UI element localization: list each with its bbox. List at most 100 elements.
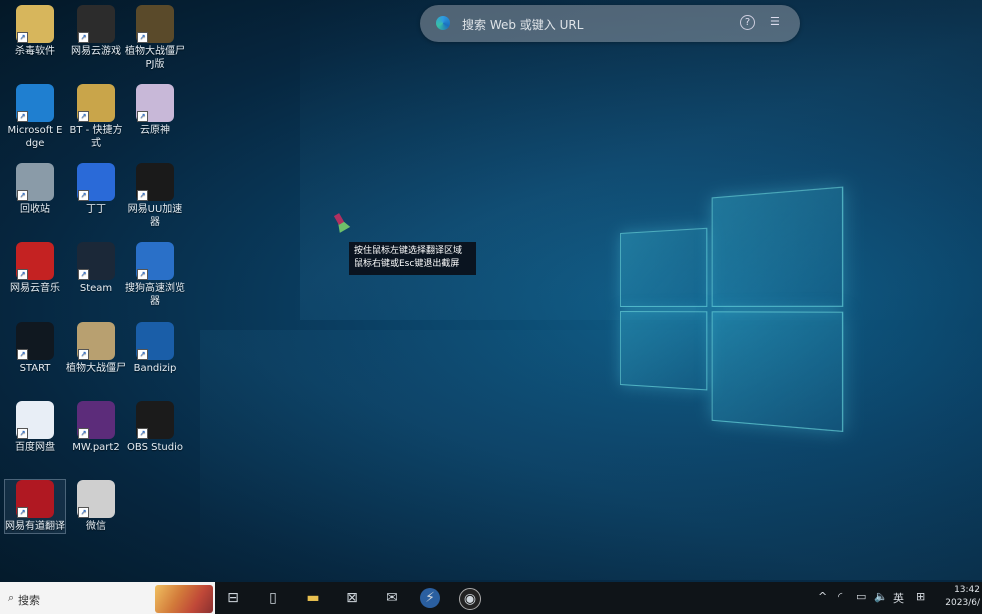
desktop-icon[interactable]: ↗ START bbox=[5, 322, 65, 375]
clock-time: 13:42 bbox=[954, 585, 980, 595]
desktop-icon-label: 百度网盘 bbox=[15, 442, 55, 453]
shortcut-arrow-icon: ↗ bbox=[137, 111, 148, 122]
desktop-icon-label: START bbox=[19, 363, 51, 374]
shortcut-arrow-icon: ↗ bbox=[17, 32, 28, 43]
network-icon[interactable]: ◜ bbox=[838, 590, 842, 603]
desktop-icon[interactable]: ↗ 微信 bbox=[66, 480, 126, 533]
desktop-icon[interactable]: ↗ 搜狗高速浏览器 bbox=[125, 242, 185, 308]
desktop-icon[interactable]: ↗ 网易云音乐 bbox=[5, 242, 65, 295]
desktop-icon-label: 网易有道翻译 bbox=[5, 521, 65, 532]
shortcut-arrow-icon: ↗ bbox=[78, 269, 89, 280]
desktop-icon[interactable]: ↗ BT - 快捷方式 bbox=[66, 84, 126, 150]
desktop-icon-label: 丁丁 bbox=[86, 204, 106, 215]
desktop-icon-label: 网易云音乐 bbox=[10, 283, 60, 294]
desktop-icon[interactable]: ↗ 植物大战僵尸 bbox=[66, 322, 126, 375]
desktop-icon-label: Bandizip bbox=[133, 363, 177, 374]
start-icon: ↗ bbox=[16, 322, 54, 360]
desktop-icon[interactable]: ↗ Steam bbox=[66, 242, 126, 295]
file-icon[interactable]: ▯ bbox=[263, 588, 283, 608]
desktop-icon-label: 杀毒软件 bbox=[15, 46, 55, 57]
menu-icon[interactable]: ☰ bbox=[770, 15, 784, 29]
shortcut-arrow-icon: ↗ bbox=[17, 428, 28, 439]
shortcut-arrow-icon: ↗ bbox=[17, 190, 28, 201]
desktop-icon[interactable]: ↗ 杀毒软件 bbox=[5, 5, 65, 58]
tooltip-line-2: 鼠标右键或Esc键退出截屏 bbox=[354, 259, 460, 269]
file-explorer-icon[interactable]: ▬ bbox=[303, 588, 323, 608]
desktop-icon-label: 网易云游戏 bbox=[71, 46, 121, 57]
taskbar: ⌕ 搜索 ⊟ ▯ ▬ ⊠ ✉ ⚡ ◉ ^ ◜ ▭ 🔈 英 ⊞ 13:42 202… bbox=[0, 582, 982, 614]
steam-icon: ↗ bbox=[77, 242, 115, 280]
shortcut-arrow-icon: ↗ bbox=[17, 269, 28, 280]
desktop-icon[interactable]: ↗ 云原神 bbox=[125, 84, 185, 137]
desktop-icon[interactable]: ↗ 网易云游戏 bbox=[66, 5, 126, 58]
edge-icon bbox=[436, 16, 450, 30]
clock-date: 2023/6/ bbox=[945, 598, 980, 608]
battery-icon[interactable]: ▭ bbox=[856, 590, 866, 603]
windows-logo-wallpaper bbox=[620, 186, 845, 433]
desktop-icon-label: 网易UU加速器 bbox=[127, 204, 183, 228]
netease-music-icon: ↗ bbox=[16, 242, 54, 280]
shortcut-arrow-icon: ↗ bbox=[137, 32, 148, 43]
store-icon[interactable]: ⊠ bbox=[342, 588, 362, 608]
mail-icon[interactable]: ✉ bbox=[382, 588, 402, 608]
desktop-icon[interactable]: ↗ Microsoft Edge bbox=[5, 84, 65, 150]
search-placeholder: 搜索 Web 或键入 URL bbox=[462, 18, 584, 32]
shortcut-arrow-icon: ↗ bbox=[78, 349, 89, 360]
show-hidden-icons-chevron[interactable]: ^ bbox=[818, 590, 827, 603]
pvz-icon: ↗ bbox=[77, 322, 115, 360]
translation-screenshot-tooltip: 按住鼠标左键选择翻译区域 鼠标右键或Esc键退出截屏 bbox=[349, 242, 476, 275]
desktop-icon-label: 微信 bbox=[86, 521, 106, 532]
volume-icon[interactable]: 🔈 bbox=[874, 590, 888, 603]
shortcut-arrow-icon: ↗ bbox=[137, 428, 148, 439]
shortcut-arrow-icon: ↗ bbox=[17, 111, 28, 122]
shortcut-arrow-icon: ↗ bbox=[17, 349, 28, 360]
tooltip-line-1: 按住鼠标左键选择翻译区域 bbox=[354, 246, 463, 256]
task-view-icon[interactable]: ⊟ bbox=[223, 588, 243, 608]
desktop-icon[interactable]: ↗ 丁丁 bbox=[66, 163, 126, 216]
bandizip-icon: ↗ bbox=[136, 322, 174, 360]
system-clock[interactable]: 13:42 2023/6/ bbox=[940, 584, 980, 610]
shortcut-arrow-icon: ↗ bbox=[137, 349, 148, 360]
search-icon: ⌕ bbox=[8, 591, 15, 604]
desktop-icon-label: 搜狗高速浏览器 bbox=[125, 283, 185, 307]
bt-folder-icon: ↗ bbox=[77, 84, 115, 122]
desktop-icon[interactable]: ↗ OBS Studio bbox=[125, 401, 185, 454]
desktop-icon-label: 植物大战僵尸PJ版 bbox=[125, 46, 185, 70]
desktop-icon-label: 回收站 bbox=[20, 204, 50, 215]
dingding-icon: ↗ bbox=[77, 163, 115, 201]
edge-icon: ↗ bbox=[16, 84, 54, 122]
search-highlight-illustration bbox=[155, 585, 213, 613]
shortcut-arrow-icon: ↗ bbox=[137, 269, 148, 280]
desktop-icon[interactable]: ↗ 回收站 bbox=[5, 163, 65, 216]
taskbar-search-box[interactable]: ⌕ 搜索 bbox=[0, 582, 215, 614]
obs-icon[interactable]: ◉ bbox=[459, 588, 481, 610]
shortcut-arrow-icon: ↗ bbox=[78, 428, 89, 439]
sogou-browser-icon: ↗ bbox=[136, 242, 174, 280]
shortcut-arrow-icon: ↗ bbox=[17, 507, 28, 518]
desktop-icon-label: 云原神 bbox=[140, 125, 170, 136]
bandizip-icon[interactable]: ⚡ bbox=[420, 588, 440, 608]
desktop-icon-label: Steam bbox=[79, 283, 113, 294]
desktop-icon[interactable]: ↗ MW.part2 bbox=[66, 401, 126, 454]
help-icon[interactable]: ? bbox=[740, 15, 755, 30]
baidu-netdisk-icon: ↗ bbox=[16, 401, 54, 439]
desktop-icon-label: 植物大战僵尸 bbox=[66, 363, 126, 374]
ime-mode-icon[interactable]: ⊞ bbox=[916, 590, 925, 603]
shortcut-arrow-icon: ↗ bbox=[78, 111, 89, 122]
desktop-icon-label: Microsoft Edge bbox=[7, 125, 63, 149]
desktop-icon[interactable]: ↗ Bandizip bbox=[125, 322, 185, 375]
netease-cloud-game-icon: ↗ bbox=[77, 5, 115, 43]
youdao-icon: ↗ bbox=[16, 480, 54, 518]
desktop-icon[interactable]: ↗ 植物大战僵尸PJ版 bbox=[125, 5, 185, 71]
ime-indicator[interactable]: 英 bbox=[893, 590, 904, 606]
desktop-icon[interactable]: ↗ 网易UU加速器 bbox=[125, 163, 185, 229]
obs-icon: ↗ bbox=[136, 401, 174, 439]
folder-icon: ↗ bbox=[16, 5, 54, 43]
recycle-bin-icon: ↗ bbox=[16, 163, 54, 201]
plants-vs-zombies-icon: ↗ bbox=[136, 5, 174, 43]
file-icon: ↗ bbox=[77, 480, 115, 518]
light-beam-lower bbox=[200, 330, 982, 580]
browser-search-bar[interactable]: 搜索 Web 或键入 URL ? ☰ bbox=[420, 5, 800, 42]
desktop-icon[interactable]: ↗ 百度网盘 bbox=[5, 401, 65, 454]
desktop-icon[interactable]: ↗ 网易有道翻译 bbox=[4, 479, 66, 534]
